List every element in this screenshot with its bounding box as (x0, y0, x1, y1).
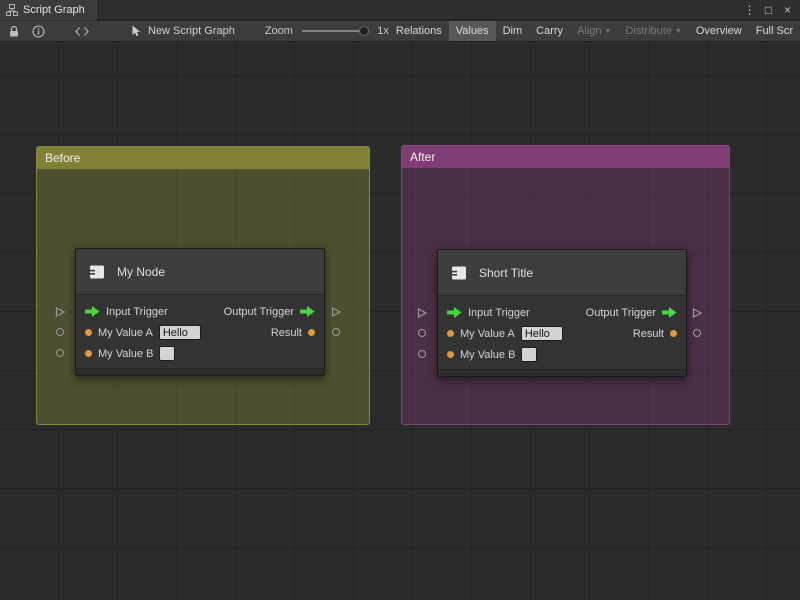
trigger-row: Input Trigger Output Trigger (438, 302, 686, 323)
info-icon[interactable] (32, 25, 45, 38)
unit-icon (449, 263, 469, 283)
value-b-row: My Value B (438, 344, 686, 365)
graph-name[interactable]: New Script Graph (148, 25, 235, 37)
value-a-port-icon[interactable] (447, 330, 454, 337)
node-short-title[interactable]: Short Title Input Trigger Output Trigger (437, 249, 687, 377)
value-b-label: My Value B (460, 349, 515, 361)
result-port-icon[interactable] (308, 329, 315, 336)
output-trigger-label: Output Trigger (224, 306, 294, 318)
chevron-down-icon: ▼ (675, 28, 682, 35)
trigger-row: Input Trigger Output Trigger (76, 301, 324, 322)
unit-icon (87, 262, 107, 282)
input-trigger-port-icon[interactable] (447, 307, 462, 318)
external-input-trigger-port[interactable] (416, 306, 428, 318)
dim-button[interactable]: Dim (496, 21, 530, 42)
distribute-button: Distribute▼ (618, 21, 688, 42)
external-value-a-port[interactable] (56, 328, 64, 336)
relations-button[interactable]: Relations (389, 21, 449, 42)
node-header[interactable]: Short Title (438, 250, 686, 296)
external-value-b-port[interactable] (418, 350, 426, 358)
group-title: After (410, 150, 435, 164)
value-a-input[interactable] (521, 326, 563, 341)
toolbar: New Script Graph Zoom 1x Relations Value… (0, 21, 800, 42)
chevron-down-icon: ▼ (605, 28, 612, 35)
value-a-label: My Value A (460, 328, 515, 340)
external-output-trigger-port[interactable] (691, 306, 703, 318)
lock-icon[interactable] (8, 25, 20, 38)
code-icon[interactable] (75, 26, 89, 37)
output-trigger-label: Output Trigger (586, 307, 656, 319)
close-icon[interactable]: × (780, 0, 795, 20)
value-b-input[interactable] (159, 346, 175, 361)
values-button[interactable]: Values (449, 21, 496, 42)
value-b-input[interactable] (521, 347, 537, 362)
value-a-row: My Value A Result (76, 322, 324, 343)
zoom-label: Zoom (265, 25, 293, 37)
titlebar: Script Graph ⋮ □ × (0, 0, 800, 20)
external-output-trigger-port[interactable] (330, 305, 342, 317)
input-trigger-port-icon[interactable] (85, 306, 100, 317)
tab-script-graph[interactable]: Script Graph (0, 0, 97, 20)
value-b-label: My Value B (98, 348, 153, 360)
node-my-node[interactable]: My Node Input Trigger Output Trigger (75, 248, 325, 376)
fullscreen-button[interactable]: Full Scr (749, 21, 800, 42)
align-button: Align▼ (570, 21, 618, 42)
carry-button[interactable]: Carry (529, 21, 570, 42)
value-a-port-icon[interactable] (85, 329, 92, 336)
overview-button[interactable]: Overview (689, 21, 749, 42)
node-title: My Node (117, 265, 165, 279)
window-controls: ⋮ □ × (742, 0, 800, 20)
node-body: Input Trigger Output Trigger My Value A … (438, 296, 686, 369)
graph-icon (6, 4, 18, 16)
group-after-header[interactable]: After (402, 146, 729, 168)
external-input-trigger-port[interactable] (54, 305, 66, 317)
input-trigger-label: Input Trigger (468, 307, 530, 319)
group-title: Before (45, 151, 80, 165)
maximize-icon[interactable]: □ (761, 0, 776, 20)
window-menu-icon[interactable]: ⋮ (742, 0, 757, 20)
graph-canvas[interactable]: Before After My Node (0, 43, 800, 600)
node-footer (76, 368, 324, 375)
result-label: Result (633, 328, 664, 340)
pointer-icon (131, 25, 142, 37)
value-b-port-icon[interactable] (85, 350, 92, 357)
script-graph-window: Script Graph ⋮ □ × (0, 0, 800, 600)
tab-title: Script Graph (23, 4, 85, 16)
group-before-header[interactable]: Before (37, 147, 369, 169)
value-a-row: My Value A Result (438, 323, 686, 344)
result-label: Result (271, 327, 302, 339)
value-b-port-icon[interactable] (447, 351, 454, 358)
zoom-value: 1x (377, 25, 389, 37)
node-body: Input Trigger Output Trigger My Value A … (76, 295, 324, 368)
node-title: Short Title (479, 266, 533, 280)
value-a-input[interactable] (159, 325, 201, 340)
value-a-label: My Value A (98, 327, 153, 339)
node-footer (438, 369, 686, 376)
value-b-row: My Value B (76, 343, 324, 364)
external-value-a-port[interactable] (418, 329, 426, 337)
external-result-port[interactable] (332, 328, 340, 336)
external-value-b-port[interactable] (56, 349, 64, 357)
output-trigger-port-icon[interactable] (662, 307, 677, 318)
node-header[interactable]: My Node (76, 249, 324, 295)
zoom-slider[interactable] (302, 25, 368, 37)
result-port-icon[interactable] (670, 330, 677, 337)
input-trigger-label: Input Trigger (106, 306, 168, 318)
output-trigger-port-icon[interactable] (300, 306, 315, 317)
zoom-slider-handle[interactable] (359, 26, 369, 36)
external-result-port[interactable] (693, 329, 701, 337)
